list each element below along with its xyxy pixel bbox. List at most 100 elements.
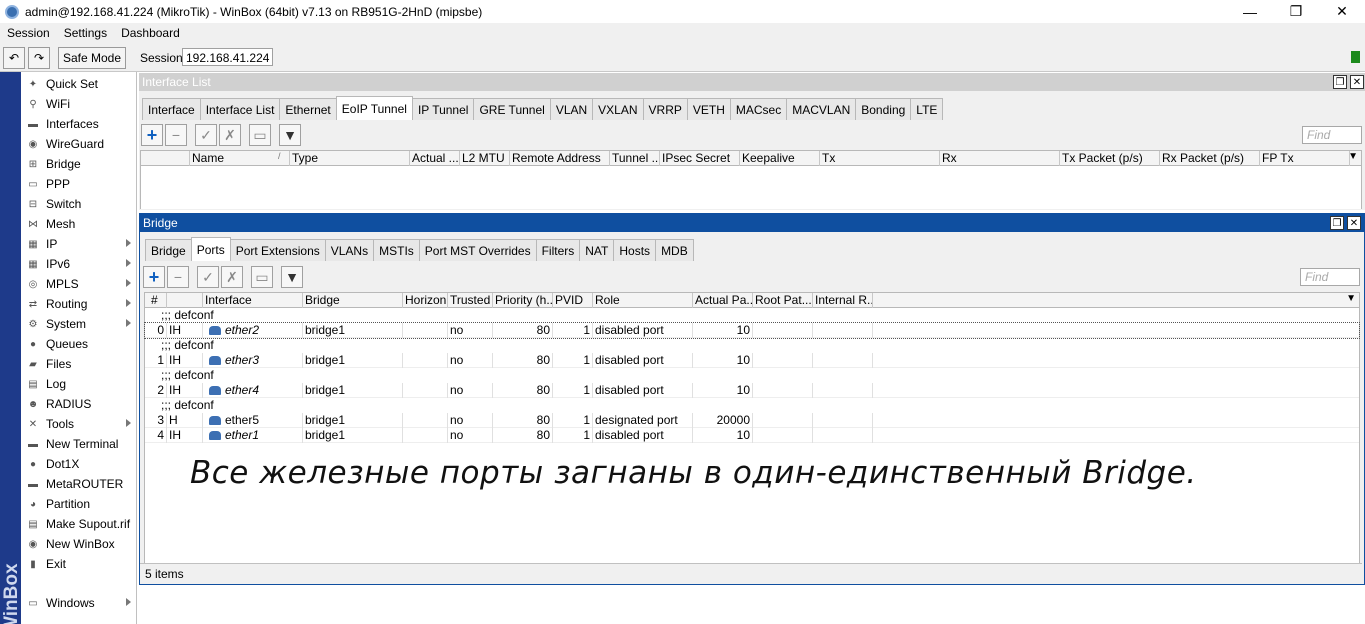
column-header[interactable]: Remote Address: [510, 151, 610, 166]
menu-settings[interactable]: Settings: [57, 26, 114, 40]
column-header[interactable]: Keepalive: [740, 151, 820, 166]
interface-list-tab-macsec[interactable]: MACsec: [729, 98, 788, 120]
sidebar-item-switch[interactable]: ⊟ Switch: [21, 194, 137, 214]
sidebar-item-ip[interactable]: ▦ IP: [21, 234, 137, 254]
sidebar-item-queues[interactable]: ● Queues: [21, 334, 137, 354]
sidebar-item-routing[interactable]: ⇄ Routing: [21, 294, 137, 314]
column-header[interactable]: Name: [190, 151, 290, 166]
sidebar-item-partition[interactable]: ◕ Partition: [21, 494, 137, 514]
column-menu-icon[interactable]: ▼: [1348, 151, 1358, 162]
column-header[interactable]: Actual Pa...: [693, 293, 753, 308]
table-row[interactable]: 1 IH ether3 bridge1 no 80 1 disabled port 10: [145, 353, 1359, 368]
column-header[interactable]: Type: [290, 151, 410, 166]
sidebar-item-new-terminal[interactable]: ▬ New Terminal: [21, 434, 137, 454]
menu-dashboard[interactable]: Dashboard: [114, 26, 187, 40]
interface-list-tab-bonding[interactable]: Bonding: [855, 98, 912, 120]
column-header[interactable]: [167, 293, 203, 308]
bridge-add-icon[interactable]: +: [143, 266, 165, 288]
bridge-tab-mdb[interactable]: MDB: [655, 239, 694, 261]
bridge-filter-icon[interactable]: ▼: [281, 266, 303, 288]
interface-list-tab-gre-tunnel[interactable]: GRE Tunnel: [473, 98, 551, 120]
interface-list-tab-macvlan[interactable]: MACVLAN: [786, 98, 857, 120]
bridge-tab-mstis[interactable]: MSTIs: [373, 239, 420, 261]
bridge-disable-icon[interactable]: ✗: [221, 266, 243, 288]
table-row[interactable]: 2 IH ether4 bridge1 no 80 1 disabled port 10: [145, 383, 1359, 398]
sidebar-item-log[interactable]: ▤ Log: [21, 374, 137, 394]
sidebar-item-bridge[interactable]: ⊞ Bridge: [21, 154, 137, 174]
filter-icon[interactable]: ▼: [279, 124, 301, 146]
column-header[interactable]: Tx: [820, 151, 940, 166]
column-header[interactable]: Interface: [203, 293, 303, 308]
column-header[interactable]: Rx: [940, 151, 1060, 166]
interface-list-tab-interface-list[interactable]: Interface List: [199, 98, 281, 120]
bridge-tab-hosts[interactable]: Hosts: [613, 239, 657, 261]
interface-list-find-input[interactable]: Find: [1302, 126, 1362, 144]
menu-session[interactable]: Session: [0, 26, 57, 40]
bridge-enable-icon[interactable]: ✓: [197, 266, 219, 288]
bridge-tab-filters[interactable]: Filters: [535, 239, 581, 261]
sidebar-item-interfaces[interactable]: ▬ Interfaces: [21, 114, 137, 134]
disable-icon[interactable]: ✗: [219, 124, 241, 146]
column-header[interactable]: Tx Packet (p/s): [1060, 151, 1160, 166]
bridge-remove-icon[interactable]: −: [167, 266, 189, 288]
sidebar-item-radius[interactable]: ☻ RADIUS: [21, 394, 137, 414]
column-menu-icon[interactable]: ▼: [1346, 293, 1356, 304]
sidebar-item-mesh[interactable]: ⋈ Mesh: [21, 214, 137, 234]
bridge-tab-vlans[interactable]: VLANs: [324, 239, 375, 261]
interface-list-close-button[interactable]: ✕: [1350, 75, 1364, 89]
column-header[interactable]: Root Pat...: [753, 293, 813, 308]
enable-icon[interactable]: ✓: [195, 124, 217, 146]
bridge-comment-icon[interactable]: ▭: [251, 266, 273, 288]
interface-list-tab-eoip-tunnel[interactable]: EoIP Tunnel: [335, 96, 413, 120]
remove-icon[interactable]: −: [165, 124, 187, 146]
undo-button[interactable]: ↶: [3, 47, 25, 69]
bridge-tab-bridge[interactable]: Bridge: [145, 239, 192, 261]
column-header[interactable]: Internal R...: [813, 293, 873, 308]
bridge-tab-port-mst-overrides[interactable]: Port MST Overrides: [418, 239, 537, 261]
minimize-button[interactable]: —: [1227, 0, 1273, 23]
interface-list-tab-vrrp[interactable]: VRRP: [642, 98, 688, 120]
table-row[interactable]: 0 IH ether2 bridge1 no 80 1 disabled port 10: [144, 322, 1360, 339]
column-header[interactable]: Priority (h...: [493, 293, 553, 308]
sidebar-item-make-supout-rif[interactable]: ▤ Make Supout.rif: [21, 514, 137, 534]
interface-list-tab-vxlan[interactable]: VXLAN: [592, 98, 644, 120]
sidebar-item-system[interactable]: ⚙ System: [21, 314, 137, 334]
interface-list-tab-lte[interactable]: LTE: [910, 98, 944, 120]
interface-list-tab-veth[interactable]: VETH: [686, 98, 731, 120]
safe-mode-button[interactable]: Safe Mode: [58, 47, 126, 69]
column-header[interactable]: Horizon: [403, 293, 448, 308]
sidebar-item-wifi[interactable]: ⚲ WiFi: [21, 94, 137, 114]
column-header[interactable]: Trusted: [448, 293, 493, 308]
sidebar-item-windows[interactable]: ▭ Windows: [21, 593, 137, 613]
bridge-maximize-button[interactable]: ❐: [1330, 216, 1344, 230]
column-header[interactable]: FP Tx: [1260, 151, 1350, 166]
interface-list-tab-ethernet[interactable]: Ethernet: [279, 98, 337, 120]
redo-button[interactable]: ↷: [28, 47, 50, 69]
column-header[interactable]: Actual ...: [410, 151, 460, 166]
column-header[interactable]: Bridge: [303, 293, 403, 308]
sidebar-item-ipv6[interactable]: ▦ IPv6: [21, 254, 137, 274]
sidebar-item-ppp[interactable]: ▭ PPP: [21, 174, 137, 194]
close-button[interactable]: ✕: [1319, 0, 1365, 23]
sidebar-item-mpls[interactable]: ◎ MPLS: [21, 274, 137, 294]
column-header[interactable]: #: [145, 293, 167, 308]
bridge-tab-port-extensions[interactable]: Port Extensions: [229, 239, 326, 261]
sidebar-item-dot1x[interactable]: ● Dot1X: [21, 454, 137, 474]
interface-list-tab-ip-tunnel[interactable]: IP Tunnel: [411, 98, 475, 120]
bridge-close-button[interactable]: ✕: [1347, 216, 1361, 230]
bridge-tab-nat[interactable]: NAT: [579, 239, 615, 261]
interface-list-tab-interface[interactable]: Interface: [142, 98, 201, 120]
column-header[interactable]: PVID: [553, 293, 593, 308]
table-row[interactable]: 3 Hether5 bridge1 no 80 1 designated port 20000: [145, 413, 1359, 428]
sidebar-item-wireguard[interactable]: ◉ WireGuard: [21, 134, 137, 154]
column-header[interactable]: Rx Packet (p/s): [1160, 151, 1260, 166]
interface-list-maximize-button[interactable]: ❐: [1333, 75, 1347, 89]
table-row[interactable]: 4 IH ether1 bridge1 no 80 1 disabled port 10: [145, 428, 1359, 443]
column-header[interactable]: IPsec Secret: [660, 151, 740, 166]
bridge-find-input[interactable]: Find: [1300, 268, 1360, 286]
comment-icon[interactable]: ▭: [249, 124, 271, 146]
sidebar-item-quick-set[interactable]: ✦ Quick Set: [21, 74, 137, 94]
sidebar-item-exit[interactable]: ▮ Exit: [21, 554, 137, 574]
maximize-button[interactable]: ❐: [1273, 0, 1319, 23]
interface-list-tab-vlan[interactable]: VLAN: [549, 98, 594, 120]
